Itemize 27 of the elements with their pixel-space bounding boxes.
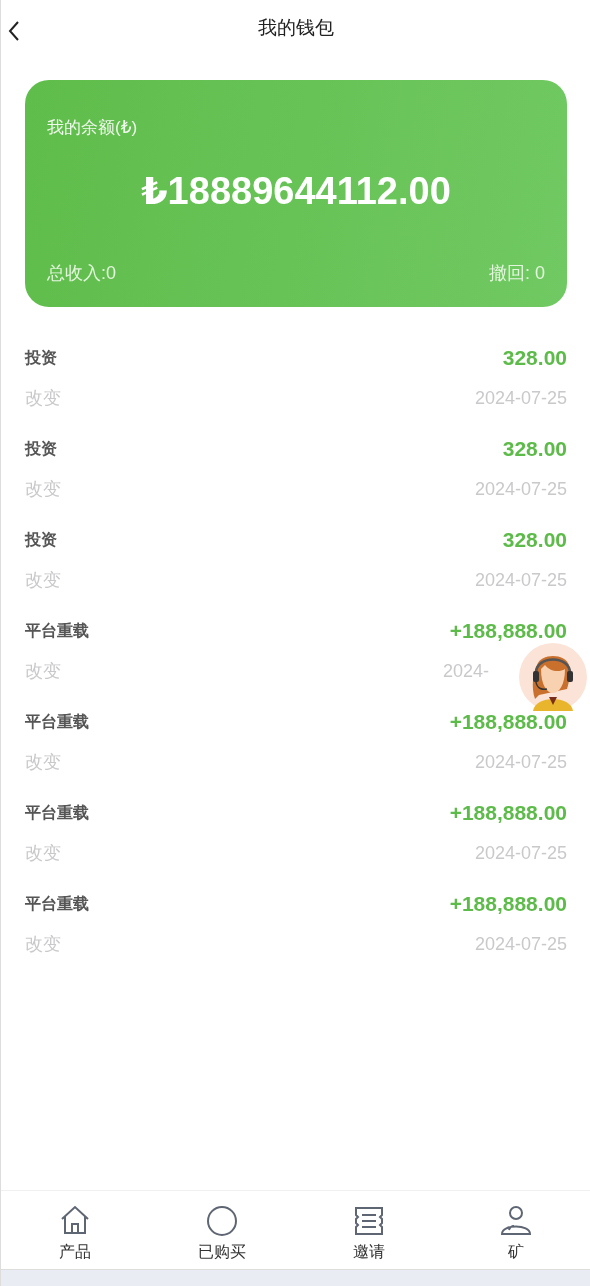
transaction-amount: +188,888.00 <box>449 710 567 734</box>
user-icon <box>499 1204 534 1238</box>
transaction-amount: 328.00 <box>502 437 567 461</box>
transaction-amount: +188,888.00 <box>449 801 567 825</box>
transaction-title: 平台重载 <box>25 802 89 823</box>
support-avatar[interactable] <box>519 643 587 711</box>
balance-amount: ₺18889644112.00 <box>141 169 451 213</box>
transaction-amount: 328.00 <box>502 346 567 370</box>
nav-tab[interactable]: 已购买 <box>148 1191 296 1269</box>
total-income: 总收入:0 <box>47 262 116 285</box>
nav-tab[interactable]: 产品 <box>1 1191 149 1269</box>
transaction-title: 平台重载 <box>25 893 89 914</box>
transaction-title: 投资 <box>25 529 57 550</box>
nav-tab[interactable]: 邀请 <box>295 1191 443 1269</box>
balance-label: 我的余额(₺) <box>47 117 138 139</box>
transaction-title: 平台重载 <box>25 620 89 641</box>
transaction-amount: 328.00 <box>502 528 567 552</box>
page-title: 我的钱包 <box>257 16 334 40</box>
back-icon[interactable] <box>7 20 21 42</box>
circle-icon <box>204 1204 239 1238</box>
transaction-title: 平台重载 <box>25 711 89 732</box>
transaction-amount: +188,888.00 <box>449 619 567 643</box>
transaction-title: 投资 <box>25 438 57 459</box>
transaction-title: 投资 <box>25 347 57 368</box>
transaction-amount: +188,888.00 <box>449 892 567 916</box>
withdrawn-amount: 撤回: 0 <box>489 262 545 285</box>
nav-tab[interactable]: 矿 <box>442 1191 590 1269</box>
